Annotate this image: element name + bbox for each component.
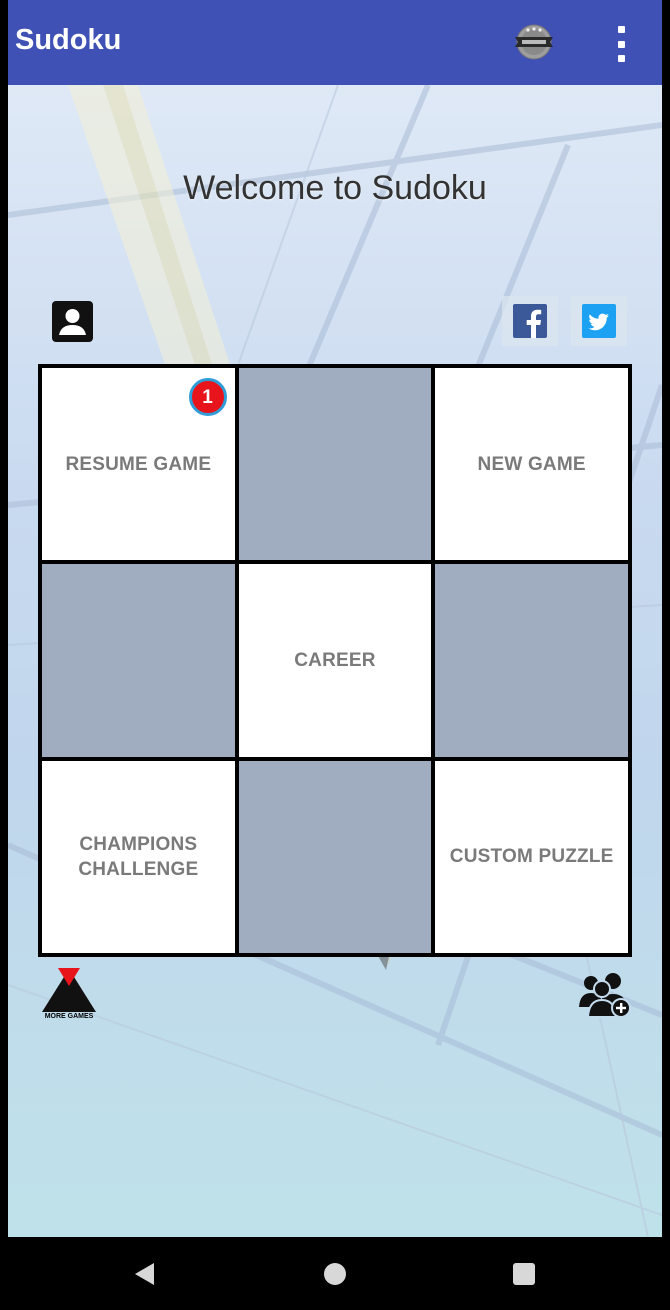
home-screen: Welcome to Sudoku RESUME GAME 1 NEW GAME… <box>8 85 662 1237</box>
empty-cell <box>435 564 628 757</box>
facebook-icon <box>513 304 547 338</box>
app-title: Sudoku <box>15 24 122 56</box>
system-navigation-bar <box>8 1237 662 1310</box>
champions-challenge-label: CHAMPIONS CHALLENGE <box>78 833 199 880</box>
twitter-icon <box>582 304 616 338</box>
add-friends-icon <box>579 973 631 1018</box>
recents-square-icon[interactable] <box>513 1263 535 1285</box>
more-games-button[interactable]: MORE GAMES <box>40 965 98 1025</box>
add-friends-button[interactable] <box>576 971 634 1021</box>
back-triangle-icon[interactable] <box>132 1261 158 1287</box>
career-button[interactable]: CAREER <box>238 564 432 757</box>
welcome-heading: Welcome to Sudoku <box>183 169 487 207</box>
new-game-button[interactable]: NEW GAME <box>435 368 628 561</box>
champions-challenge-button[interactable]: CHAMPIONS CHALLENGE <box>42 760 235 953</box>
app-bar: Sudoku <box>8 0 662 85</box>
custom-puzzle-button[interactable]: CUSTOM PUZZLE <box>435 760 628 953</box>
custom-puzzle-label: CUSTOM PUZZLE <box>449 846 614 868</box>
home-circle-icon[interactable] <box>324 1263 346 1285</box>
career-label: CAREER <box>294 649 376 671</box>
empty-cell <box>238 368 432 561</box>
more-games-label: MORE GAMES <box>44 1013 94 1020</box>
facebook-share-button[interactable] <box>502 296 558 346</box>
more-vert-icon[interactable] <box>612 26 630 62</box>
empty-cell <box>42 564 235 757</box>
account-box-icon[interactable] <box>52 301 93 342</box>
more-games-logo-icon <box>42 968 96 1012</box>
main-menu-grid: RESUME GAME 1 NEW GAME CAREER CHAMPIONS … <box>38 364 632 957</box>
leaderboard-badge-icon[interactable] <box>514 24 554 60</box>
empty-cell <box>238 760 432 953</box>
new-game-label: NEW GAME <box>477 453 586 475</box>
app-frame: Sudoku Welcome to Sudoku RESUME GAME 1 N… <box>8 0 662 1310</box>
resume-game-button[interactable]: RESUME GAME 1 <box>42 368 235 561</box>
twitter-share-button[interactable] <box>571 296 627 346</box>
resume-game-label: RESUME GAME <box>65 453 212 475</box>
resume-count-badge: 1 <box>188 378 227 416</box>
